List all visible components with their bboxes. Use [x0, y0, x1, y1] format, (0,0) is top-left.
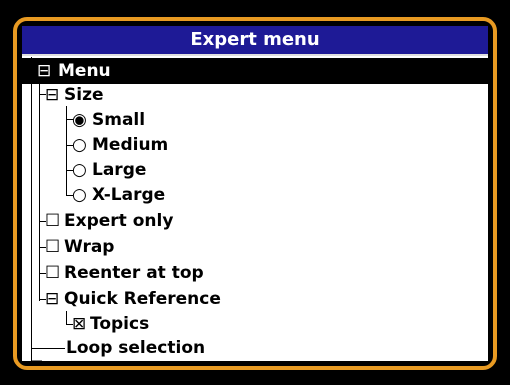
tree-item-label: Small: [92, 110, 146, 130]
checkbox-unchecked-icon[interactable]: ☐: [45, 234, 60, 260]
tree-item-large[interactable]: ○ Large: [22, 157, 488, 183]
tree-item-quick-reference[interactable]: ⊟ Quick Reference: [22, 286, 488, 312]
tree-item-label: Wrap: [64, 237, 115, 257]
tree-item-medium[interactable]: ○ Medium: [22, 132, 488, 158]
minus-box-icon[interactable]: ⊟: [37, 58, 51, 84]
tree-item-small[interactable]: ◉ Small: [22, 107, 488, 133]
tree-item-label: Loop selection: [66, 338, 206, 358]
tree-item-reenter-at-top[interactable]: ☐ Reenter at top: [22, 260, 488, 286]
tree-item-label: X-Large: [92, 185, 166, 205]
tree-item-xlarge[interactable]: ○ X-Large: [22, 182, 488, 208]
minus-box-icon[interactable]: ⊟: [45, 286, 59, 312]
checkbox-unchecked-icon[interactable]: ☐: [45, 208, 60, 234]
tree-item-size[interactable]: ⊟ Size: [22, 82, 488, 108]
tree-item-topics[interactable]: ⊠ Topics: [22, 311, 488, 337]
tree-item-loop-selection[interactable]: Loop selection: [22, 335, 488, 361]
radio-unchecked-icon[interactable]: ○: [72, 182, 87, 208]
minus-box-icon[interactable]: ⊟: [45, 82, 59, 108]
tree-item-label: Large: [92, 160, 147, 180]
tree-item-label: Expert only: [64, 211, 174, 231]
tree-item-label: Medium: [92, 135, 169, 155]
tree-item-label: Topics: [90, 314, 150, 334]
tree-item-label: Menu: [58, 61, 111, 81]
tree-item-label: Size: [64, 85, 104, 105]
checkbox-crossed-icon[interactable]: ⊠: [72, 311, 86, 337]
tree-item-menu[interactable]: ⊟ Menu: [22, 58, 488, 84]
radio-checked-icon[interactable]: ◉: [72, 107, 87, 133]
tree-item-expert-only[interactable]: ☐ Expert only: [22, 208, 488, 234]
tree-item-label: Reenter at top: [64, 263, 204, 283]
menu-screen: Expert menu ⊟ Menu ⊟ Size ◉ Small ○ Medi…: [22, 26, 488, 361]
checkbox-unchecked-icon[interactable]: ☐: [45, 260, 60, 286]
tree-item-wrap[interactable]: ☐ Wrap: [22, 234, 488, 260]
radio-unchecked-icon[interactable]: ○: [72, 157, 87, 183]
radio-unchecked-icon[interactable]: ○: [72, 132, 87, 158]
tree-item-label: Quick Reference: [64, 289, 221, 309]
